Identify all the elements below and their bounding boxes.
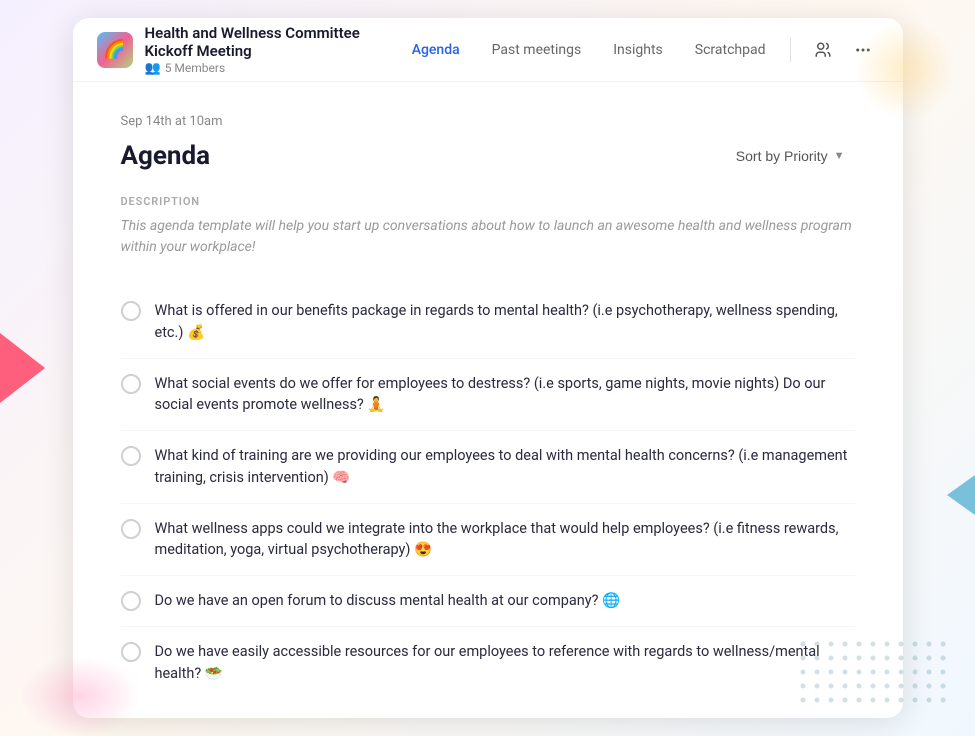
agenda-item: Do we have easily accessible resources f… bbox=[121, 627, 855, 699]
agenda-item-text: Do we have an open forum to discuss ment… bbox=[155, 590, 621, 612]
agenda-item: What kind of training are we providing o… bbox=[121, 431, 855, 504]
sort-by-priority-button[interactable]: Sort by Priority ▼ bbox=[726, 142, 855, 170]
description-label: DESCRIPTION bbox=[121, 195, 855, 208]
agenda-list: What is offered in our benefits package … bbox=[121, 286, 855, 698]
nav-insights[interactable]: Insights bbox=[597, 34, 679, 66]
agenda-item-text: What is offered in our benefits package … bbox=[155, 300, 855, 344]
bg-yellow-blob bbox=[855, 20, 955, 120]
header-title-block: Health and Wellness Committee Kickoff Me… bbox=[145, 24, 396, 76]
agenda-item-text: What social events do we offer for emplo… bbox=[155, 373, 855, 417]
agenda-item: What is offered in our benefits package … bbox=[121, 286, 855, 359]
agenda-item-text: What wellness apps could we integrate in… bbox=[155, 518, 855, 562]
header: 🌈 Health and Wellness Committee Kickoff … bbox=[73, 18, 903, 82]
agenda-item-checkbox[interactable] bbox=[121, 301, 141, 321]
description-text: This agenda template will help you start… bbox=[121, 216, 855, 258]
people-button[interactable] bbox=[807, 34, 839, 66]
agenda-item-checkbox[interactable] bbox=[121, 519, 141, 539]
sort-label: Sort by Priority bbox=[736, 148, 828, 164]
header-subtitle: 👥 5 Members bbox=[145, 61, 396, 76]
dot-grid bbox=[795, 636, 955, 716]
agenda-item: What wellness apps could we integrate in… bbox=[121, 504, 855, 577]
sort-chevron-icon: ▼ bbox=[834, 150, 845, 162]
agenda-item: What social events do we offer for emplo… bbox=[121, 359, 855, 432]
content-area: Sep 14th at 10am Agenda Sort by Priority… bbox=[73, 82, 903, 718]
agenda-item-text: What kind of training are we providing o… bbox=[155, 445, 855, 489]
agenda-item-checkbox[interactable] bbox=[121, 446, 141, 466]
meeting-title: Health and Wellness Committee Kickoff Me… bbox=[145, 24, 396, 60]
app-logo: 🌈 bbox=[97, 32, 133, 68]
nav-past-meetings[interactable]: Past meetings bbox=[476, 34, 598, 66]
content-header: Agenda Sort by Priority ▼ bbox=[121, 141, 855, 171]
main-nav: Agenda Past meetings Insights Scratchpad bbox=[396, 34, 782, 66]
nav-divider bbox=[790, 38, 791, 62]
date-label: Sep 14th at 10am bbox=[121, 114, 855, 129]
members-label: 5 Members bbox=[165, 61, 225, 75]
bg-triangle-left bbox=[0, 333, 45, 403]
agenda-item-checkbox[interactable] bbox=[121, 374, 141, 394]
nav-agenda[interactable]: Agenda bbox=[396, 34, 476, 66]
agenda-item-text: Do we have easily accessible resources f… bbox=[155, 641, 855, 685]
agenda-item-checkbox[interactable] bbox=[121, 591, 141, 611]
agenda-heading: Agenda bbox=[121, 141, 211, 171]
bg-triangle-right bbox=[947, 475, 975, 515]
members-icon: 👥 bbox=[145, 61, 161, 76]
nav-scratchpad[interactable]: Scratchpad bbox=[679, 34, 782, 66]
agenda-item: Do we have an open forum to discuss ment… bbox=[121, 576, 855, 627]
main-card: 🌈 Health and Wellness Committee Kickoff … bbox=[73, 18, 903, 718]
bg-pink-blob bbox=[20, 656, 140, 736]
